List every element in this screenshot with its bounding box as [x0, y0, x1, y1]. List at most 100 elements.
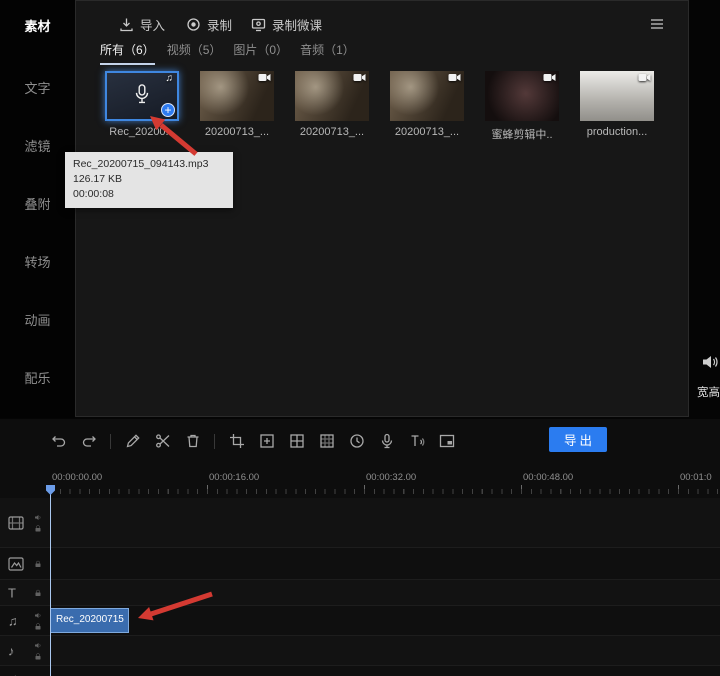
- voice-track-icon: ♪: [8, 643, 15, 658]
- record-lesson-button[interactable]: 录制微课: [251, 13, 322, 35]
- import-label: 导入: [140, 18, 166, 33]
- media-item-video[interactable]: 20200713_...: [295, 71, 369, 142]
- lock-icon: [35, 589, 41, 596]
- track-pip[interactable]: [0, 548, 720, 580]
- speaker-icon[interactable]: [702, 354, 720, 370]
- edit-icon[interactable]: [124, 433, 141, 450]
- tooltip-filesize: 126.17 KB: [73, 173, 123, 186]
- music-note-icon: ♫: [165, 73, 174, 84]
- zoom-frame-icon[interactable]: [258, 433, 275, 450]
- pip-track-icon: [8, 556, 24, 571]
- picture-in-picture-icon[interactable]: [438, 433, 455, 450]
- tooltip-duration: 00:00:08: [73, 188, 114, 201]
- audio-thumbnail[interactable]: ♫ +: [105, 71, 179, 121]
- list-view-icon: [649, 17, 665, 31]
- tab-audio[interactable]: 音频（1）: [300, 41, 355, 65]
- delete-icon[interactable]: [184, 433, 201, 450]
- track-video[interactable]: [0, 498, 720, 548]
- track-toggles[interactable]: [34, 513, 42, 532]
- video-camera-icon: [353, 73, 366, 82]
- video-thumbnail[interactable]: [485, 71, 559, 121]
- lock-icon: [35, 652, 41, 659]
- microphone-icon: [134, 84, 150, 106]
- toolbar-divider: [110, 433, 111, 449]
- track-header: [0, 548, 48, 579]
- track-toggles[interactable]: [34, 641, 42, 660]
- track-partial[interactable]: ♫: [0, 666, 720, 676]
- toolbar-divider: [214, 433, 215, 449]
- track-toggles[interactable]: [34, 560, 42, 568]
- split-screen-icon[interactable]: [288, 433, 305, 450]
- video-thumbnail[interactable]: [200, 71, 274, 121]
- duration-clock-icon[interactable]: [348, 433, 365, 450]
- record-lesson-label: 录制微课: [272, 18, 323, 33]
- media-grid: ♫ + Rec_20200... 20200713_... 20200713_.…: [105, 71, 654, 142]
- tab-all[interactable]: 所有（6）: [100, 41, 155, 65]
- sidebar-item-transition[interactable]: 转场: [0, 252, 75, 271]
- video-camera-icon: [258, 73, 271, 82]
- track-header: T: [0, 580, 48, 605]
- media-item-label: 20200713_...: [394, 126, 460, 138]
- media-item-video[interactable]: 蜜蜂剪辑中..: [485, 71, 559, 142]
- track-toggles[interactable]: [34, 611, 42, 630]
- video-camera-icon: [448, 73, 461, 82]
- music-track-icon: ♫: [8, 672, 18, 676]
- record-icon: [186, 17, 201, 32]
- tab-video[interactable]: 视频（5）: [167, 41, 222, 65]
- track-voice[interactable]: ♪: [0, 636, 720, 666]
- track-text[interactable]: T: [0, 580, 720, 606]
- sidebar-item-media[interactable]: 素材: [0, 16, 75, 35]
- split-scissors-icon[interactable]: [154, 433, 171, 450]
- export-button[interactable]: 导出: [549, 427, 607, 452]
- media-item-audio[interactable]: ♫ + Rec_20200...: [105, 71, 179, 142]
- ruler-timestamp: 00:00:48.00: [523, 472, 574, 483]
- track-header: [0, 498, 48, 547]
- sidebar: 素材 文字 滤镜 叠附 转场 动画 配乐: [0, 0, 75, 418]
- video-thumbnail[interactable]: [390, 71, 464, 121]
- record-label: 录制: [207, 18, 233, 33]
- mosaic-icon[interactable]: [318, 433, 335, 450]
- media-item-video[interactable]: production...: [580, 71, 654, 142]
- timeline-section: 导出 00:00:00.00 00:00:16.00 00:00:32.00 0…: [0, 419, 720, 676]
- tab-picture[interactable]: 图片（0）: [233, 41, 288, 65]
- video-camera-icon: [638, 73, 651, 82]
- text-to-speech-icon[interactable]: [408, 433, 425, 450]
- track-header: ♫: [0, 606, 48, 635]
- aspect-size-label[interactable]: 宽高: [697, 384, 720, 400]
- tooltip-filename: Rec_20200715_094143.mp3: [73, 158, 209, 170]
- media-item-video[interactable]: 20200713_...: [390, 71, 464, 142]
- media-tabs: 所有（6） 视频（5） 图片（0） 音频（1）: [100, 41, 355, 65]
- voiceover-mic-icon[interactable]: [378, 433, 395, 450]
- sidebar-item-overlay[interactable]: 叠附: [0, 194, 75, 213]
- ruler-timestamp: 00:00:00.00: [52, 472, 103, 483]
- video-thumbnail[interactable]: [580, 71, 654, 121]
- lock-icon: [35, 524, 41, 531]
- media-item-video[interactable]: 20200713_...: [200, 71, 274, 142]
- add-to-timeline-button[interactable]: +: [161, 103, 175, 117]
- track-header: ♪: [0, 636, 48, 665]
- import-button[interactable]: 导入: [119, 13, 165, 35]
- media-item-label: Rec_20200...: [109, 126, 175, 138]
- track-toggles[interactable]: [34, 589, 42, 597]
- media-item-label: 蜜蜂剪辑中..: [491, 129, 553, 141]
- video-track-icon: [8, 515, 24, 530]
- crop-icon[interactable]: [228, 433, 245, 450]
- record-button[interactable]: 录制: [186, 13, 232, 35]
- list-view-button[interactable]: [649, 13, 665, 35]
- timeline-toolbar: [50, 428, 455, 454]
- redo-icon[interactable]: [80, 433, 97, 450]
- lock-icon: [35, 622, 41, 629]
- import-icon: [119, 17, 134, 32]
- undo-icon[interactable]: [50, 433, 67, 450]
- ruler-timestamp: 00:00:32.00: [366, 472, 417, 483]
- screen-record-icon: [251, 17, 266, 32]
- timeline-audio-clip[interactable]: Rec_20200715: [50, 608, 129, 633]
- sidebar-item-music[interactable]: 配乐: [0, 368, 75, 387]
- music-track-icon: ♫: [8, 613, 18, 628]
- sidebar-item-animation[interactable]: 动画: [0, 310, 75, 329]
- sidebar-item-filter[interactable]: 滤镜: [0, 136, 75, 155]
- text-track-icon: T: [8, 585, 16, 600]
- video-thumbnail[interactable]: [295, 71, 369, 121]
- sidebar-item-text[interactable]: 文字: [0, 78, 75, 97]
- timeline-ruler[interactable]: 00:00:00.00 00:00:16.00 00:00:32.00 00:0…: [0, 468, 720, 498]
